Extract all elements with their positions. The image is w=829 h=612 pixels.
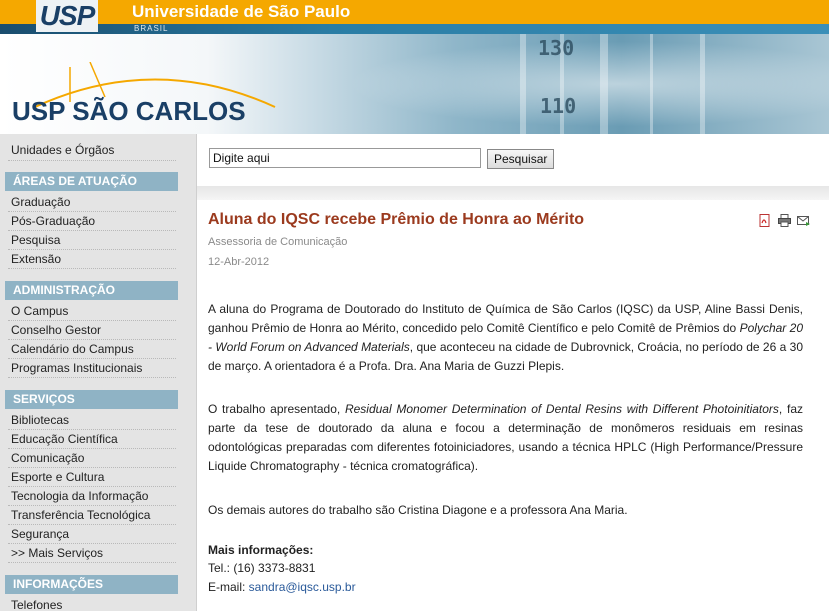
sidebar-heading-administracao: ADMINISTRAÇÃO bbox=[5, 281, 178, 300]
article-author: Assessoria de Comunicação bbox=[208, 236, 348, 248]
usp-logo[interactable]: USP bbox=[36, 0, 98, 32]
sidebar-item-bibliotecas[interactable]: Bibliotecas bbox=[11, 413, 69, 427]
contact-email-line: E-mail: sandra@iqsc.usp.br bbox=[208, 580, 356, 594]
sidebar-item-o-campus[interactable]: O Campus bbox=[11, 304, 68, 318]
article-tools bbox=[759, 214, 811, 228]
article-title: Aluna do IQSC recebe Prêmio de Honra ao … bbox=[208, 211, 585, 228]
print-icon[interactable] bbox=[778, 214, 791, 227]
contact-phone: Tel.: (16) 3373-8831 bbox=[208, 561, 316, 575]
search-input[interactable] bbox=[209, 148, 481, 168]
more-info-heading: Mais informações: bbox=[208, 543, 314, 557]
article-paragraph-2: O trabalho apresentado, Residual Monomer… bbox=[208, 402, 803, 473]
sidebar-item-transferencia[interactable]: Transferência Tecnológica bbox=[11, 508, 150, 522]
content-band bbox=[197, 186, 829, 200]
sidebar-item-educacao-cientifica[interactable]: Educação Científica bbox=[11, 432, 118, 446]
article-date: 12-Abr-2012 bbox=[208, 256, 270, 268]
sidebar-heading-servicos: SERVIÇOS bbox=[5, 390, 178, 409]
university-title: Universidade de São Paulo bbox=[132, 2, 351, 21]
sidebar-item-programas[interactable]: Programas Institucionais bbox=[11, 361, 142, 375]
sidebar-item-esporte-cultura[interactable]: Esporte e Cultura bbox=[11, 470, 104, 484]
sidebar-heading-areas: ÁREAS DE ATUAÇÃO bbox=[5, 172, 178, 191]
country-label: BRASIL bbox=[134, 24, 169, 33]
banner-number-bottom: 110 bbox=[540, 94, 577, 118]
sidebar-item-comunicacao[interactable]: Comunicação bbox=[11, 451, 84, 465]
sidebar-item-tecnologia[interactable]: Tecnologia da Informação bbox=[11, 489, 148, 503]
email-icon[interactable] bbox=[797, 214, 810, 227]
top-bar bbox=[0, 0, 829, 34]
sidebar-item-pos-graduacao[interactable]: Pós-Graduação bbox=[11, 214, 95, 228]
pdf-icon[interactable] bbox=[759, 214, 771, 227]
sidebar-item-pesquisa[interactable]: Pesquisa bbox=[11, 233, 60, 247]
sidebar-item-telefones[interactable]: Telefones bbox=[11, 598, 62, 612]
sidebar-heading-informacoes: INFORMAÇÕES bbox=[5, 575, 178, 594]
banner-number-top: 130 bbox=[538, 36, 575, 60]
article-paragraph-3: Os demais autores do trabalho são Cristi… bbox=[208, 503, 628, 517]
header-strip bbox=[0, 24, 829, 34]
sidebar-item-unidades[interactable]: Unidades e Órgãos bbox=[11, 143, 114, 157]
article-paragraph-1: A aluna do Programa de Doutorado do Inst… bbox=[208, 302, 804, 373]
sidebar-item-extensao[interactable]: Extensão bbox=[11, 252, 61, 266]
sidebar-item-conselho-gestor[interactable]: Conselho Gestor bbox=[11, 323, 101, 337]
search-button[interactable]: Pesquisar bbox=[487, 149, 555, 169]
campus-brand[interactable]: USP SÃO CARLOS bbox=[12, 96, 246, 127]
sidebar-item-seguranca[interactable]: Segurança bbox=[11, 527, 69, 541]
sidebar-item-calendario[interactable]: Calendário do Campus bbox=[11, 342, 134, 356]
contact-email-link[interactable]: sandra@iqsc.usp.br bbox=[249, 580, 356, 594]
sidebar-item-mais-servicos[interactable]: >> Mais Serviços bbox=[11, 546, 103, 560]
sidebar-item-graduacao[interactable]: Graduação bbox=[11, 195, 70, 209]
